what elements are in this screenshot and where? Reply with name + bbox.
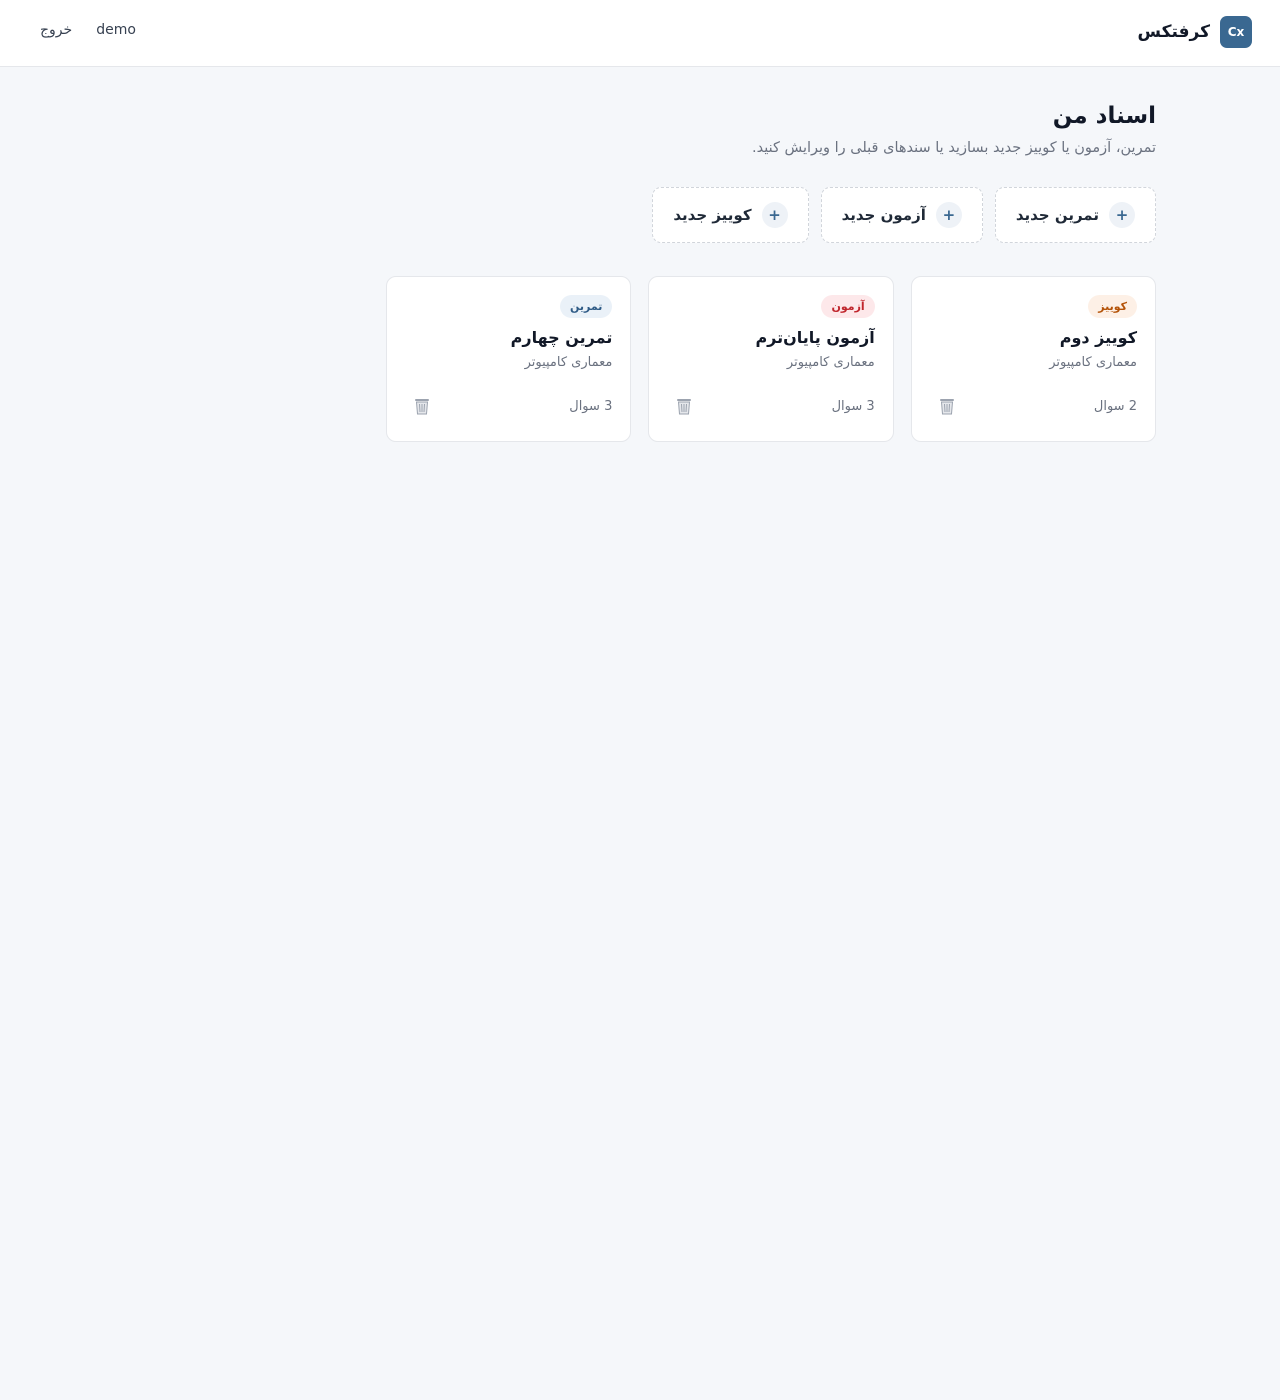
card-course: معماری کامپیوتر — [786, 355, 875, 370]
new-quiz-button[interactable]: + کوییز جدید — [652, 187, 809, 243]
trash-icon[interactable] — [409, 393, 435, 419]
create-label: تمرین جدید — [1015, 206, 1099, 224]
type-badge: تمرین — [559, 295, 613, 318]
card-footer: 3 سوال — [405, 393, 612, 419]
type-badge: کوییز — [1088, 295, 1137, 318]
top-bar: Cx کرفتکس demo خروج — [0, 0, 1280, 67]
question-count: 3 سوال — [831, 398, 875, 414]
create-buttons: + تمرین جدید + آزمون جدید + کوییز جدید — [386, 187, 1156, 243]
plus-icon: + — [761, 202, 788, 228]
document-list: کوییز کوییز دوم معماری کامپیوتر 2 سوال آ… — [386, 276, 1156, 442]
logo-icon: Cx — [1220, 16, 1252, 48]
card-course: معماری کامپیوتر — [1049, 355, 1137, 370]
brand[interactable]: Cx کرفتکس — [1138, 16, 1252, 48]
create-label: آزمون جدید — [841, 206, 926, 224]
user-nav: demo خروج — [40, 22, 136, 38]
type-badge: آزمون — [821, 295, 875, 318]
question-count: 2 سوال — [1093, 398, 1137, 414]
trash-icon[interactable] — [671, 393, 697, 419]
document-card[interactable]: تمرین تمرین چهارم معماری کامپیوتر 3 سوال — [386, 276, 632, 442]
card-title: آزمون پایان‌ترم — [755, 328, 875, 347]
card-footer: 2 سوال — [930, 393, 1137, 419]
question-count: 3 سوال — [569, 398, 613, 414]
new-exercise-button[interactable]: + تمرین جدید — [994, 187, 1156, 243]
page-subtitle: تمرین، آزمون یا کوییز جدید بسازید یا سند… — [751, 140, 1156, 156]
card-course: معماری کامپیوتر — [524, 355, 613, 370]
card-title: کوییز دوم — [1059, 328, 1137, 347]
create-label: کوییز جدید — [673, 206, 752, 224]
document-card[interactable]: کوییز کوییز دوم معماری کامپیوتر 2 سوال — [910, 276, 1156, 442]
new-exam-button[interactable]: + آزمون جدید — [820, 187, 983, 243]
main-content: اسناد من تمرین، آزمون یا کوییز جدید بساز… — [386, 100, 1156, 442]
card-footer: 3 سوال — [667, 393, 875, 419]
plus-icon: + — [935, 202, 962, 228]
brand-name: کرفتکس — [1137, 22, 1210, 42]
user-name[interactable]: demo — [96, 22, 136, 38]
logout-link[interactable]: خروج — [40, 22, 72, 38]
card-title: تمرین چهارم — [510, 328, 613, 347]
trash-icon[interactable] — [934, 393, 960, 419]
page-title: اسناد من — [1052, 103, 1156, 129]
plus-icon: + — [1109, 202, 1135, 228]
document-card[interactable]: آزمون آزمون پایان‌ترم معماری کامپیوتر 3 … — [648, 276, 894, 442]
